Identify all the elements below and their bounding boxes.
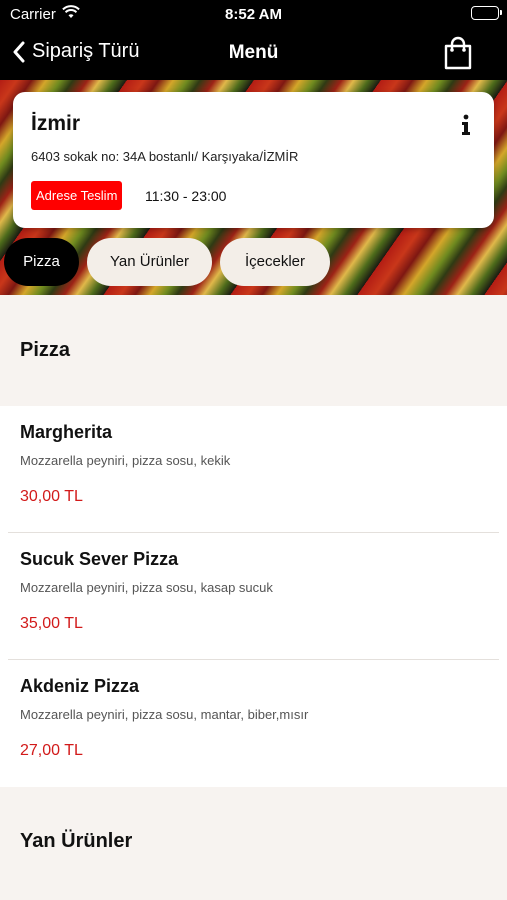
category-tabs: Pizza Yan Ürünler İçecekler (0, 238, 507, 286)
section-header: Yan Ürünler (0, 787, 507, 900)
nav-bar: Sipariş Türü Menü (0, 30, 507, 80)
status-bar: Carrier 8:52 AM (0, 0, 507, 30)
tab-icecekler[interactable]: İçecekler (220, 238, 330, 286)
back-button[interactable]: Sipariş Türü (12, 40, 139, 63)
tab-yan-urunler[interactable]: Yan Ürünler (87, 238, 212, 286)
menu-item-name: Akdeniz Pizza (20, 676, 140, 696)
status-time: 8:52 AM (225, 6, 282, 23)
store-info-card: İzmir 6403 sokak no: 34A bostanlı/ Karşı… (13, 92, 494, 228)
back-button-label: Sipariş Türü (32, 40, 140, 62)
menu-item-name: Margherita (20, 422, 113, 442)
menu-item-price: 30,00 TL (20, 488, 83, 505)
cart-button[interactable] (443, 36, 473, 75)
menu-item-description: Mozzarella peyniri, pizza sosu, kekik (20, 453, 231, 468)
menu-item-price: 35,00 TL (20, 615, 83, 632)
menu-item-description: Mozzarella peyniri, pizza sosu, kasap su… (20, 580, 273, 595)
info-icon[interactable] (460, 114, 472, 136)
store-address: 6403 sokak no: 34A bostanlı/ Karşıyaka/İ… (31, 149, 299, 164)
menu-item[interactable]: Sucuk Sever Pizza Mozzarella peyniri, pi… (0, 533, 507, 660)
tab-pizza[interactable]: Pizza (4, 238, 79, 286)
shopping-bag-icon (444, 36, 472, 70)
battery-icon (471, 6, 502, 20)
section-header: Pizza (0, 295, 507, 406)
store-city: İzmir (31, 112, 81, 135)
delivery-badge: Adrese Teslim (31, 181, 123, 210)
menu-item-description: Mozzarella peyniri, pizza sosu, mantar, … (20, 707, 309, 722)
section-title: Yan Ürünler (20, 830, 133, 852)
section-title: Pizza (20, 339, 71, 361)
menu-item[interactable]: Akdeniz Pizza Mozzarella peyniri, pizza … (0, 660, 507, 787)
store-hours: 11:30 - 23:00 (145, 188, 227, 204)
menu-item-name: Sucuk Sever Pizza (20, 549, 179, 569)
menu-item[interactable]: Margherita Mozzarella peyniri, pizza sos… (0, 406, 507, 533)
menu-item-price: 27,00 TL (20, 742, 83, 759)
chevron-left-icon (13, 41, 25, 62)
